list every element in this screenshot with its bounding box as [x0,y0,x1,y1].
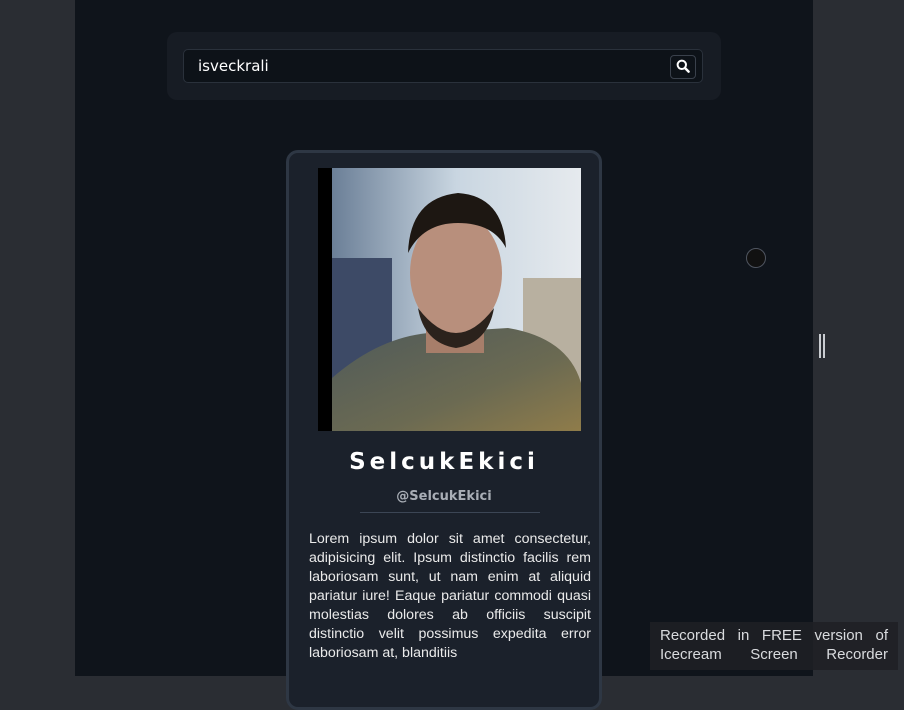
resize-handle[interactable] [819,334,825,358]
recorder-watermark: Recorded in FREE version of Icecream Scr… [650,622,898,670]
search-box [183,49,703,83]
profile-display-name: SelcukEkici [349,449,539,475]
search-input[interactable] [198,56,658,76]
watermark-line-1: Recorded in FREE version of [660,627,888,644]
search-icon [676,58,690,77]
search-button[interactable] [670,55,696,79]
divider [360,512,540,513]
app-main: SelcukEkici @SelcukEkici Lorem ipsum dol… [75,0,813,710]
profile-bio: Lorem ipsum dolor sit amet consectetur, … [309,531,591,661]
search-bar-container [167,32,721,100]
cursor-indicator [746,248,766,268]
profile-card: SelcukEkici @SelcukEkici Lorem ipsum dol… [286,150,602,710]
profile-username: @SelcukEkici [396,489,492,504]
watermark-line-2: Icecream Screen Recorder [660,646,888,663]
profile-photo [318,168,581,431]
